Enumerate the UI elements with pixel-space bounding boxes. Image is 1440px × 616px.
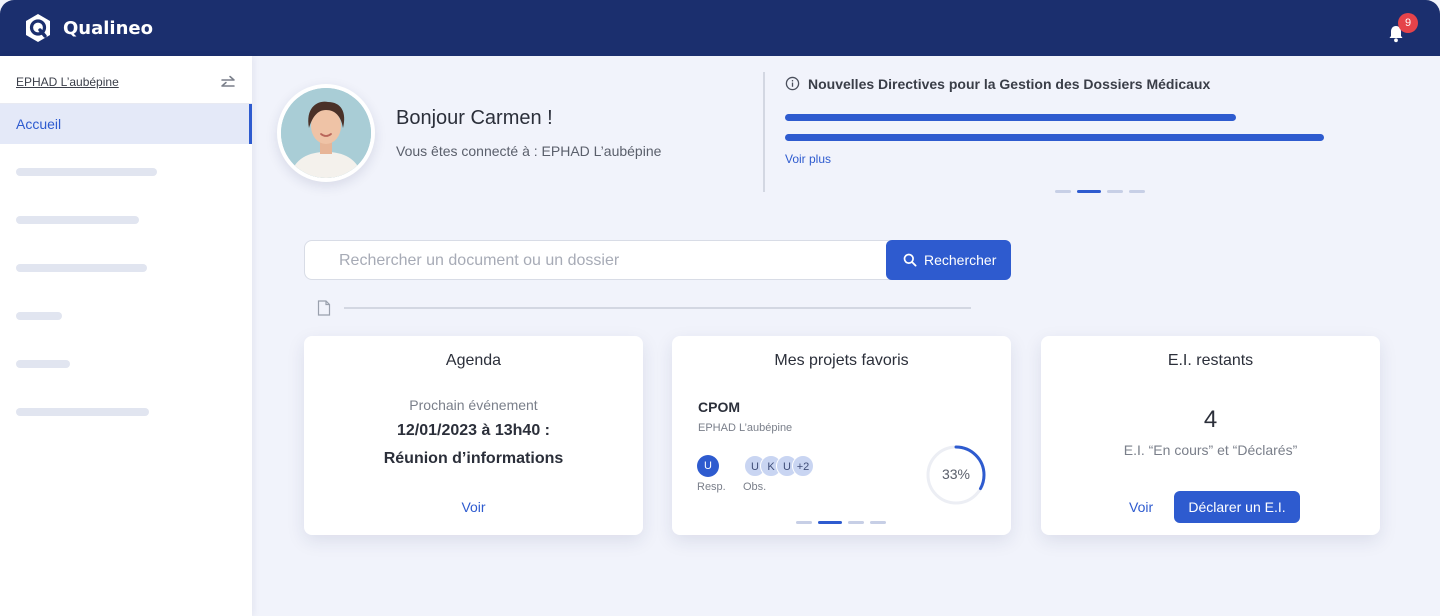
carousel-dot[interactable] bbox=[796, 521, 812, 524]
notification-badge: 9 bbox=[1398, 13, 1418, 33]
app-name: Qualineo bbox=[63, 18, 153, 39]
loading-placeholder-line bbox=[344, 307, 971, 309]
progress-percent: 33% bbox=[941, 466, 971, 482]
observers-more[interactable]: +2 bbox=[792, 455, 814, 477]
sidebar-item-placeholder[interactable] bbox=[16, 216, 139, 224]
carousel-dot[interactable] bbox=[848, 521, 864, 524]
sidebar-item-placeholder[interactable] bbox=[16, 360, 70, 368]
next-event-label: Prochain événement bbox=[409, 397, 538, 413]
sidebar-item-accueil[interactable]: Accueil bbox=[0, 104, 252, 144]
news-text-placeholder bbox=[785, 134, 1324, 141]
avatar-photo bbox=[281, 88, 371, 178]
sidebar-item-placeholder[interactable] bbox=[16, 312, 62, 320]
carousel-dot-active[interactable] bbox=[1077, 190, 1101, 193]
carousel-dot[interactable] bbox=[1129, 190, 1145, 193]
sidebar-item-label: Accueil bbox=[16, 116, 62, 132]
news-title: Nouvelles Directives pour la Gestion des… bbox=[808, 76, 1211, 92]
organization-name[interactable]: EPHAD L’aubépine bbox=[16, 75, 119, 89]
carousel-dot[interactable] bbox=[1107, 190, 1123, 193]
qualineo-logo-icon[interactable] bbox=[22, 12, 54, 44]
event-date: 12/01/2023 à 13h40 : bbox=[396, 422, 550, 439]
incidents-description: E.I. “En cours” et “Déclarés” bbox=[1123, 442, 1298, 458]
incidents-count: 4 bbox=[1203, 406, 1218, 433]
favorite-projects-card: Mes projets favoris CPOM EPHAD L’aubépin… bbox=[672, 336, 1011, 535]
carousel-dot[interactable] bbox=[1055, 190, 1071, 193]
sidebar: EPHAD L’aubépine Accueil bbox=[0, 56, 252, 616]
document-icon bbox=[317, 300, 331, 316]
search-icon bbox=[903, 253, 917, 267]
greeting: Bonjour Carmen ! bbox=[396, 107, 553, 129]
observers-label: Obs. bbox=[743, 481, 767, 493]
card-title: Agenda bbox=[445, 352, 502, 369]
incidents-card: E.I. restants 4 E.I. “En cours” et “Décl… bbox=[1041, 336, 1380, 535]
incidents-see-link[interactable]: Voir bbox=[1129, 499, 1153, 515]
search-button-label: Rechercher bbox=[924, 252, 997, 268]
sidebar-item-placeholder[interactable] bbox=[16, 264, 147, 272]
divider bbox=[763, 72, 765, 192]
card-title: Mes projets favoris bbox=[774, 352, 909, 369]
agenda-see-link[interactable]: Voir bbox=[304, 499, 643, 515]
avatar bbox=[277, 84, 375, 182]
agenda-card: Agenda Prochain événement 12/01/2023 à 1… bbox=[304, 336, 643, 535]
top-bar: Qualineo 9 bbox=[0, 0, 1440, 56]
search-input[interactable] bbox=[339, 250, 879, 272]
search-field[interactable] bbox=[304, 240, 904, 280]
news-text-placeholder bbox=[785, 114, 1236, 121]
responsible-avatar[interactable]: U bbox=[697, 455, 719, 477]
search-button[interactable]: Rechercher bbox=[886, 240, 1011, 280]
event-name: Réunion d’informations bbox=[383, 450, 564, 467]
card-title: E.I. restants bbox=[1167, 352, 1254, 369]
sidebar-item-placeholder[interactable] bbox=[16, 168, 157, 176]
declare-incident-button[interactable]: Déclarer un E.I. bbox=[1174, 491, 1300, 523]
connected-to-text: Vous êtes connecté à : EPHAD L’aubépine bbox=[396, 143, 662, 159]
carousel-dot[interactable] bbox=[870, 521, 886, 524]
info-icon bbox=[785, 76, 800, 91]
switch-icon[interactable] bbox=[219, 74, 237, 92]
project-name[interactable]: CPOM bbox=[698, 399, 740, 415]
organization-selector[interactable]: EPHAD L’aubépine bbox=[0, 62, 252, 104]
carousel-dot-active[interactable] bbox=[818, 521, 842, 524]
see-more-link[interactable]: Voir plus bbox=[785, 152, 831, 166]
responsible-label: Resp. bbox=[697, 481, 726, 493]
sidebar-item-placeholder[interactable] bbox=[16, 408, 149, 416]
project-organization: EPHAD L’aubépine bbox=[698, 422, 793, 434]
